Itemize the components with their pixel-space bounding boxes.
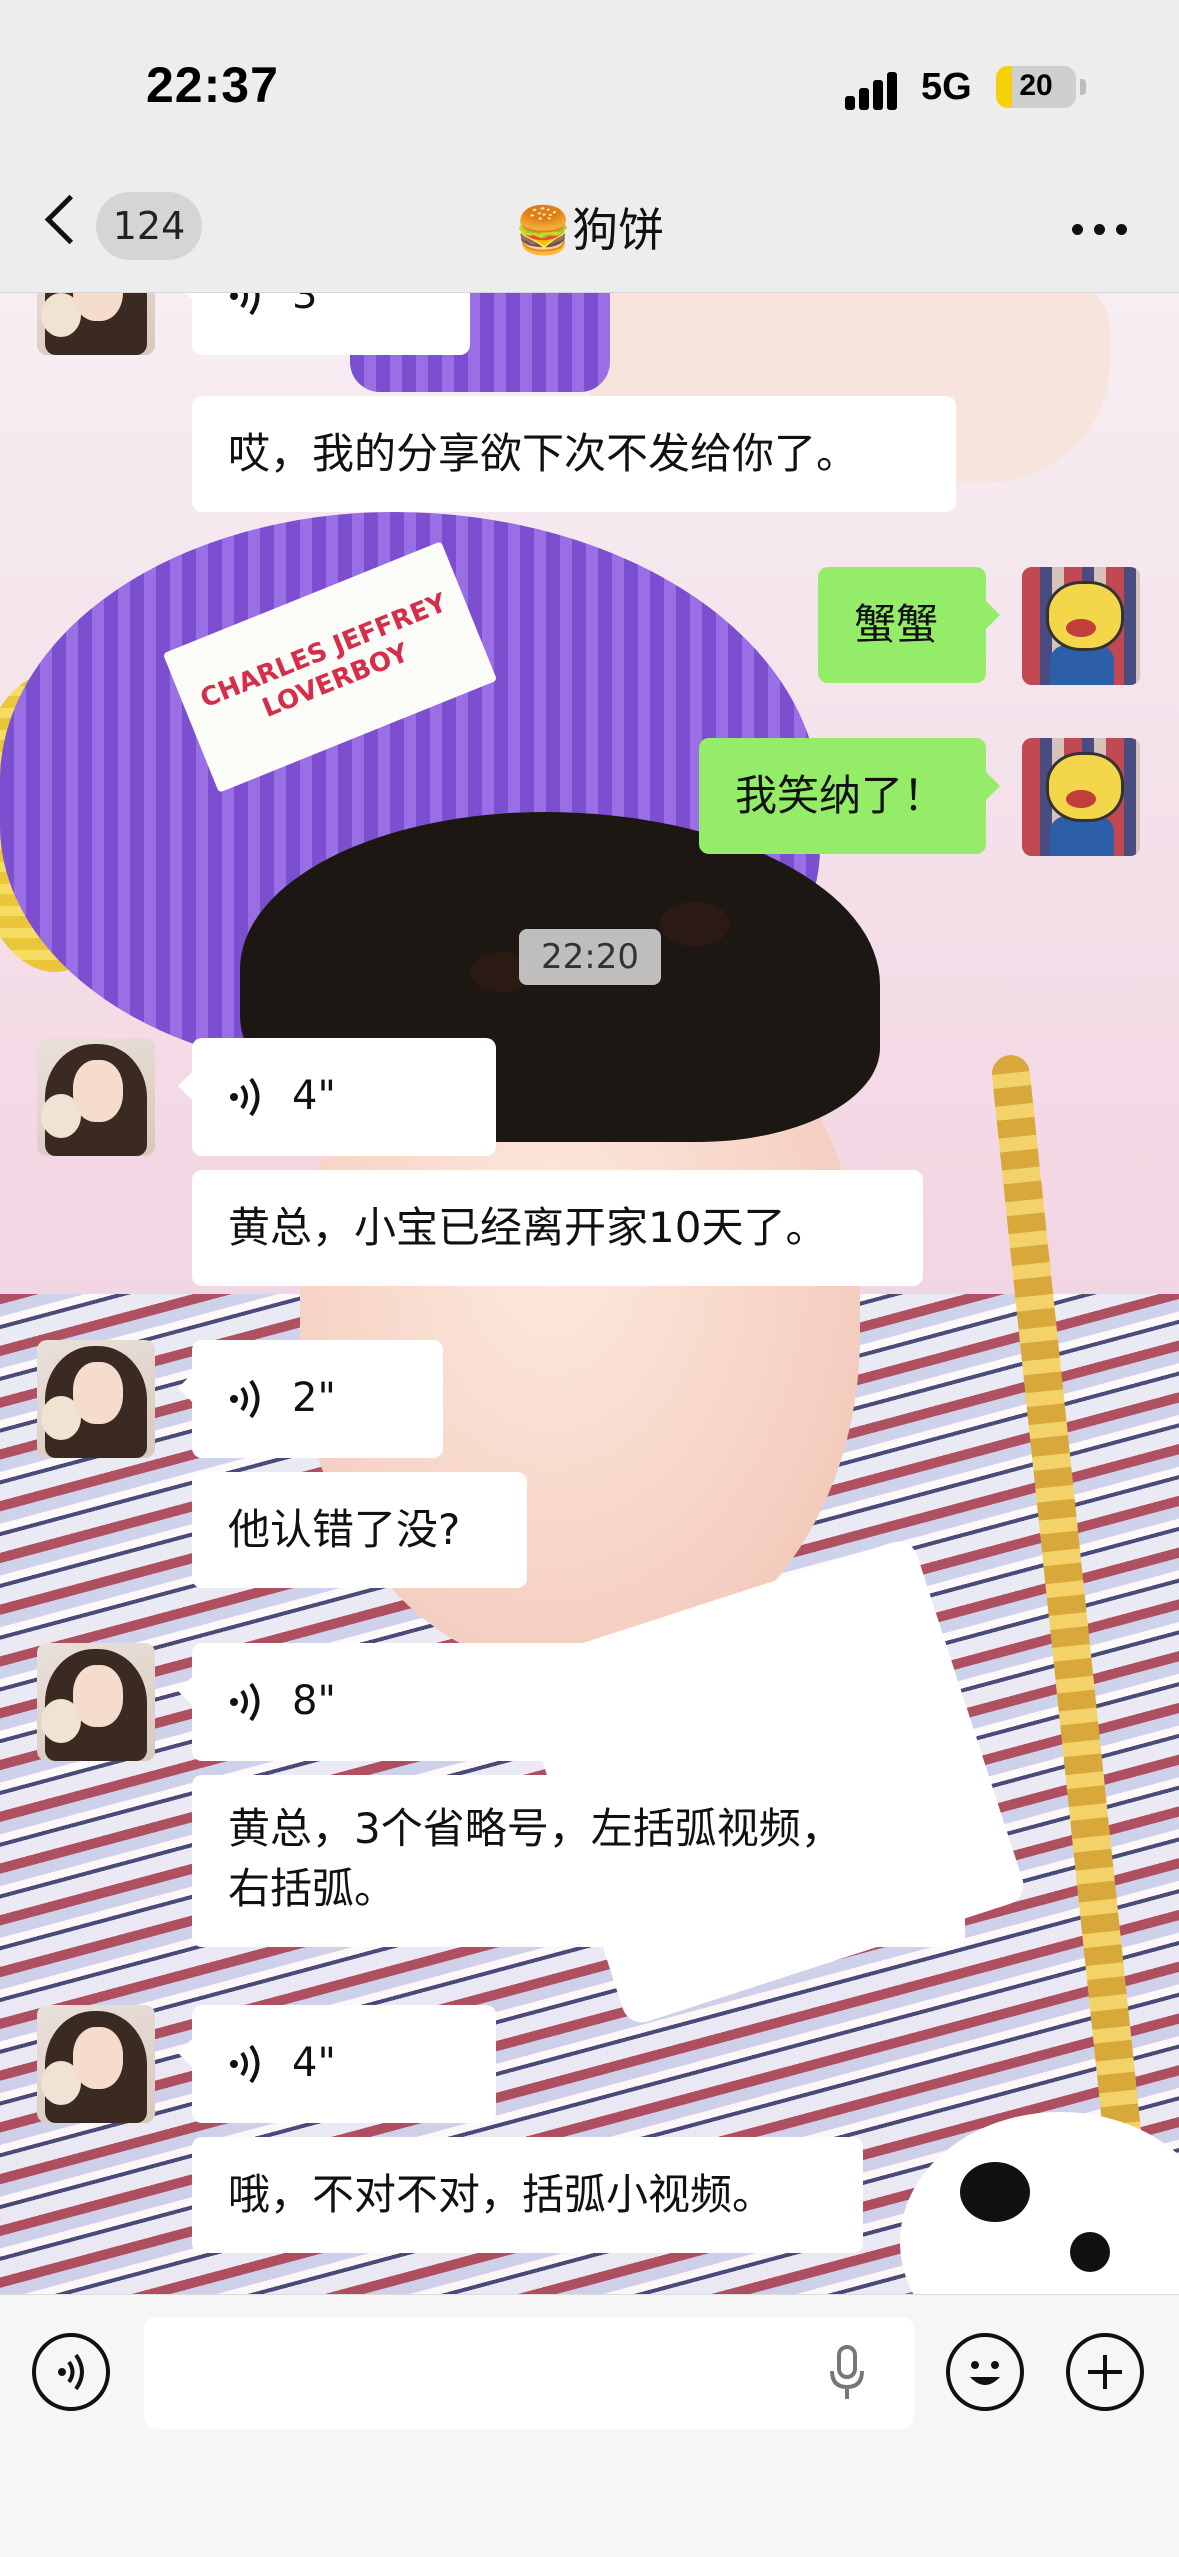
voice-wave-icon	[230, 2044, 260, 2084]
message-text: 蟹蟹	[854, 600, 939, 649]
signal-icon	[845, 70, 907, 110]
voice-wave-icon	[230, 1682, 260, 1722]
message-text: 我笑纳了！	[735, 771, 946, 820]
voice-wave-icon	[230, 1077, 260, 1117]
chat-header: 124 🍔狗饼	[0, 170, 1179, 293]
voice-duration: 3"	[292, 292, 336, 318]
network-type: 5G	[921, 66, 972, 108]
plus-icon[interactable]	[1066, 2333, 1144, 2411]
contact-avatar[interactable]	[37, 2005, 155, 2123]
contact-avatar[interactable]	[37, 1643, 155, 1761]
text-message[interactable]: 黄总，3个省略号，左括弧视频， 右括弧。	[192, 1775, 965, 1947]
text-message[interactable]: 哎，我的分享欲下次不发给你了。	[192, 396, 956, 512]
voice-message[interactable]: 4"	[178, 2005, 496, 2123]
message-input[interactable]	[144, 2317, 914, 2429]
voice-wave-icon	[230, 292, 260, 316]
input-bar	[0, 2294, 1179, 2557]
voice-message[interactable]: 3"	[178, 292, 470, 355]
voice-duration: 2"	[292, 1375, 336, 1421]
message-timestamp: 22:20	[519, 929, 661, 985]
status-bar: 22:37 5G 20	[0, 0, 1179, 170]
voice-icon[interactable]	[32, 2333, 110, 2411]
voice-duration: 8"	[292, 1678, 336, 1724]
voice-message[interactable]: 8"	[178, 1643, 606, 1761]
message-text-line: 右括弧。	[228, 1864, 397, 1913]
voice-message[interactable]: 2"	[178, 1340, 443, 1458]
my-avatar[interactable]	[1022, 738, 1140, 856]
battery-icon: 20	[996, 66, 1076, 108]
message-text-line: 黄总，3个省略号，左括弧视频，	[228, 1804, 843, 1853]
message-text: 黄总，小宝已经离开家10天了。	[228, 1203, 828, 1252]
chat-title: 🍔狗饼	[514, 203, 665, 257]
text-message[interactable]: 他认错了没?	[192, 1472, 527, 1588]
voice-wave-icon	[230, 1379, 260, 1419]
voice-message[interactable]: 4"	[178, 1038, 496, 1156]
my-avatar[interactable]	[1022, 567, 1140, 685]
message-text: 哦，不对不对，括弧小视频。	[228, 2170, 775, 2219]
text-message-outgoing[interactable]: 我笑纳了！	[699, 738, 1000, 854]
status-time: 22:37	[146, 57, 279, 113]
contact-avatar[interactable]	[37, 292, 155, 355]
more-dots-icon[interactable]	[1072, 224, 1132, 236]
battery-tip	[1080, 79, 1086, 95]
text-message[interactable]: 黄总，小宝已经离开家10天了。	[192, 1170, 923, 1286]
text-message[interactable]: 哦，不对不对，括弧小视频。	[192, 2137, 863, 2253]
message-list[interactable]: 3" 哎，我的分享欲下次不发给你了。 蟹蟹 我笑纳了！ 22:20 4" 黄总，…	[0, 292, 1179, 2294]
text-message-outgoing[interactable]: 蟹蟹	[818, 567, 1000, 683]
contact-avatar[interactable]	[37, 1340, 155, 1458]
message-text: 他认错了没?	[228, 1505, 461, 1554]
voice-duration: 4"	[292, 1073, 336, 1119]
contact-avatar[interactable]	[37, 1038, 155, 1156]
voice-duration: 4"	[292, 2040, 336, 2086]
battery-level: 20	[1019, 69, 1053, 102]
message-text: 哎，我的分享欲下次不发给你了。	[228, 429, 859, 478]
smiley-icon[interactable]	[946, 2333, 1024, 2411]
microphone-icon[interactable]	[828, 2345, 866, 2401]
